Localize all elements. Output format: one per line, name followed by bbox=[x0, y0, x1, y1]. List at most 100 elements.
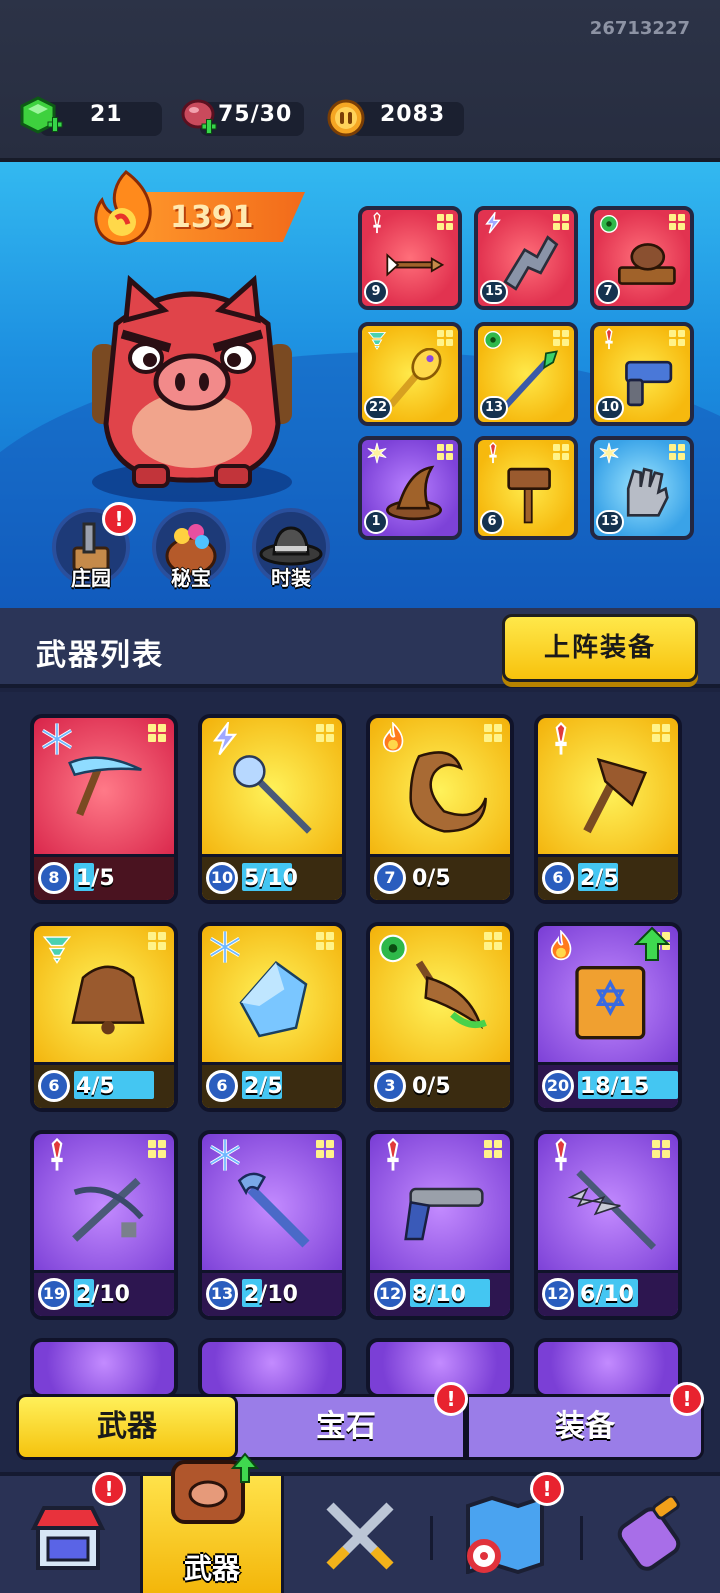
ice-element-icon bbox=[40, 722, 74, 763]
weapon-card-bell[interactable]: 6 4/5 bbox=[30, 922, 178, 1112]
potion-icon bbox=[617, 1496, 681, 1571]
pig-hero-avatar[interactable] bbox=[72, 254, 312, 504]
weapon-card-horn-blade[interactable]: 7 0/5 bbox=[366, 714, 514, 904]
card-level: 6 bbox=[206, 1070, 238, 1102]
equipped-slot-spear[interactable]: 13 bbox=[474, 322, 578, 426]
attack-element-icon bbox=[40, 1137, 74, 1179]
poison-element-icon bbox=[376, 930, 410, 971]
weapon-list-title: 武器列表 bbox=[36, 638, 164, 673]
ice-wrench-icon bbox=[226, 1164, 326, 1268]
rank-dots bbox=[484, 932, 502, 950]
weapon-card-spiked-spear[interactable]: 12 6/10 bbox=[534, 1130, 682, 1320]
tab-equipment[interactable]: 装备 bbox=[466, 1394, 704, 1460]
crossbow-icon bbox=[58, 1164, 158, 1268]
flame-icon bbox=[94, 170, 152, 245]
equipped-slot-stone-hammer[interactable]: 7 bbox=[590, 206, 694, 310]
weapon-card-partial[interactable] bbox=[198, 1338, 346, 1398]
equipped-slot-blaster[interactable]: 10 bbox=[590, 322, 694, 426]
card-shard-count: 6/10 bbox=[580, 1282, 634, 1307]
rank-dots bbox=[316, 724, 334, 742]
rank-dots bbox=[553, 330, 569, 346]
card-level: 12 bbox=[374, 1278, 406, 1310]
nav-weapon-label: 武器 bbox=[183, 1552, 240, 1585]
weapon-card-partial[interactable] bbox=[30, 1338, 178, 1398]
equipped-slot-boomerang[interactable]: 15 bbox=[474, 206, 578, 310]
gem-tab-alert-badge: ! bbox=[434, 1382, 468, 1416]
fashion-label: 时装 bbox=[271, 566, 311, 590]
attack-element-icon bbox=[544, 1137, 578, 1179]
rank-dots bbox=[652, 724, 670, 742]
attack-element-icon bbox=[366, 211, 388, 239]
card-level: 7 bbox=[374, 862, 406, 894]
map-alert-badge: ! bbox=[530, 1472, 564, 1506]
nav-potion[interactable] bbox=[580, 1476, 720, 1593]
equip-tab-alert-badge: ! bbox=[670, 1382, 704, 1416]
manor-label: 庄园 bbox=[71, 566, 111, 590]
weapon-card-ice-wrench[interactable]: 13 2/10 bbox=[198, 1130, 346, 1320]
weapon-card-magic-staff[interactable]: 10 5/10 bbox=[198, 714, 346, 904]
attack-element-icon bbox=[376, 1137, 410, 1179]
nav-weapon[interactable]: 武器 bbox=[140, 1452, 284, 1593]
category-tabs: 宝石 装备 武器 ! ! bbox=[16, 1382, 704, 1464]
rank-dots bbox=[484, 724, 502, 742]
user-id: 26713227 bbox=[589, 18, 690, 39]
ice-element-icon bbox=[208, 930, 242, 971]
card-shard-count: 5/10 bbox=[244, 866, 298, 891]
slot-level: 13 bbox=[480, 396, 509, 420]
bell-icon bbox=[58, 956, 158, 1060]
weapon-card-pickaxe[interactable]: 8 1/5 bbox=[30, 714, 178, 904]
resource-bar: 26713227 21 75/30 2083 bbox=[0, 0, 720, 162]
equipped-slot-gauntlet[interactable]: 13 bbox=[590, 436, 694, 540]
card-level: 13 bbox=[206, 1278, 238, 1310]
weapon-card-axe[interactable]: 6 2/5 bbox=[534, 714, 682, 904]
card-level: 12 bbox=[542, 1278, 574, 1310]
weapon-card-poison-dagger[interactable]: 3 0/5 bbox=[366, 922, 514, 1112]
treasure-label: 秘宝 bbox=[171, 566, 211, 590]
rank-dots bbox=[484, 1140, 502, 1158]
card-level: 19 bbox=[38, 1278, 70, 1310]
card-shard-count: 0/5 bbox=[412, 866, 451, 891]
stamina-value: 75/30 bbox=[218, 102, 293, 127]
card-shard-count: 0/5 bbox=[412, 1074, 451, 1099]
card-shard-count: 2/10 bbox=[76, 1282, 130, 1307]
backpack-icon bbox=[171, 1452, 260, 1524]
weapon-card-spellbook[interactable]: 20 18/15 bbox=[534, 922, 682, 1112]
slot-level: 13 bbox=[596, 510, 625, 534]
equipped-slot-hammer[interactable]: 6 bbox=[474, 436, 578, 540]
rank-dots bbox=[437, 214, 453, 230]
slot-level: 7 bbox=[596, 280, 620, 304]
rank-dots bbox=[652, 1140, 670, 1158]
weapon-card-pistol[interactable]: 12 8/10 bbox=[366, 1130, 514, 1320]
weapon-card-crossbow[interactable]: 19 2/10 bbox=[30, 1130, 178, 1320]
bottom-nav: ! 武器 ! bbox=[0, 1452, 720, 1593]
rank-dots bbox=[669, 330, 685, 346]
poison-dagger-icon bbox=[394, 956, 494, 1060]
pickaxe-icon bbox=[58, 748, 158, 852]
upgrade-arrow-icon bbox=[634, 926, 670, 961]
pistol-icon bbox=[394, 1164, 494, 1268]
slot-level: 22 bbox=[364, 396, 393, 420]
equipped-slot-golden-staff[interactable]: 22 bbox=[358, 322, 462, 426]
equipped-slot-witch-hat[interactable]: 1 bbox=[358, 436, 462, 540]
attack-element-icon bbox=[544, 721, 578, 763]
hammer-icon bbox=[498, 462, 562, 530]
card-level: 6 bbox=[542, 862, 574, 894]
lightning-element-icon bbox=[482, 210, 504, 239]
poison-element-icon bbox=[598, 212, 620, 239]
hero-panel: 1391 ! 庄园 秘宝 时装 9 15 7 22 13 10 1 6 13 bbox=[0, 162, 720, 608]
card-shard-count: 2/10 bbox=[244, 1282, 298, 1307]
magic-staff-icon bbox=[226, 748, 326, 852]
coin-icon bbox=[327, 99, 365, 137]
witch-hat-icon bbox=[382, 462, 446, 530]
equipped-slot-arrow[interactable]: 9 bbox=[358, 206, 462, 310]
deploy-equipment-button[interactable]: 上阵装备 bbox=[502, 614, 698, 682]
coin-value: 2083 bbox=[380, 102, 446, 127]
slot-level: 9 bbox=[364, 280, 388, 304]
weapon-card-crystal[interactable]: 6 2/5 bbox=[198, 922, 346, 1112]
card-level: 3 bbox=[374, 1070, 406, 1102]
weapon-card-partial[interactable] bbox=[534, 1338, 682, 1398]
rank-dots bbox=[148, 724, 166, 742]
nav-battle[interactable] bbox=[288, 1476, 432, 1593]
arrow-icon bbox=[382, 232, 446, 300]
card-shard-count: 1/5 bbox=[76, 866, 115, 891]
